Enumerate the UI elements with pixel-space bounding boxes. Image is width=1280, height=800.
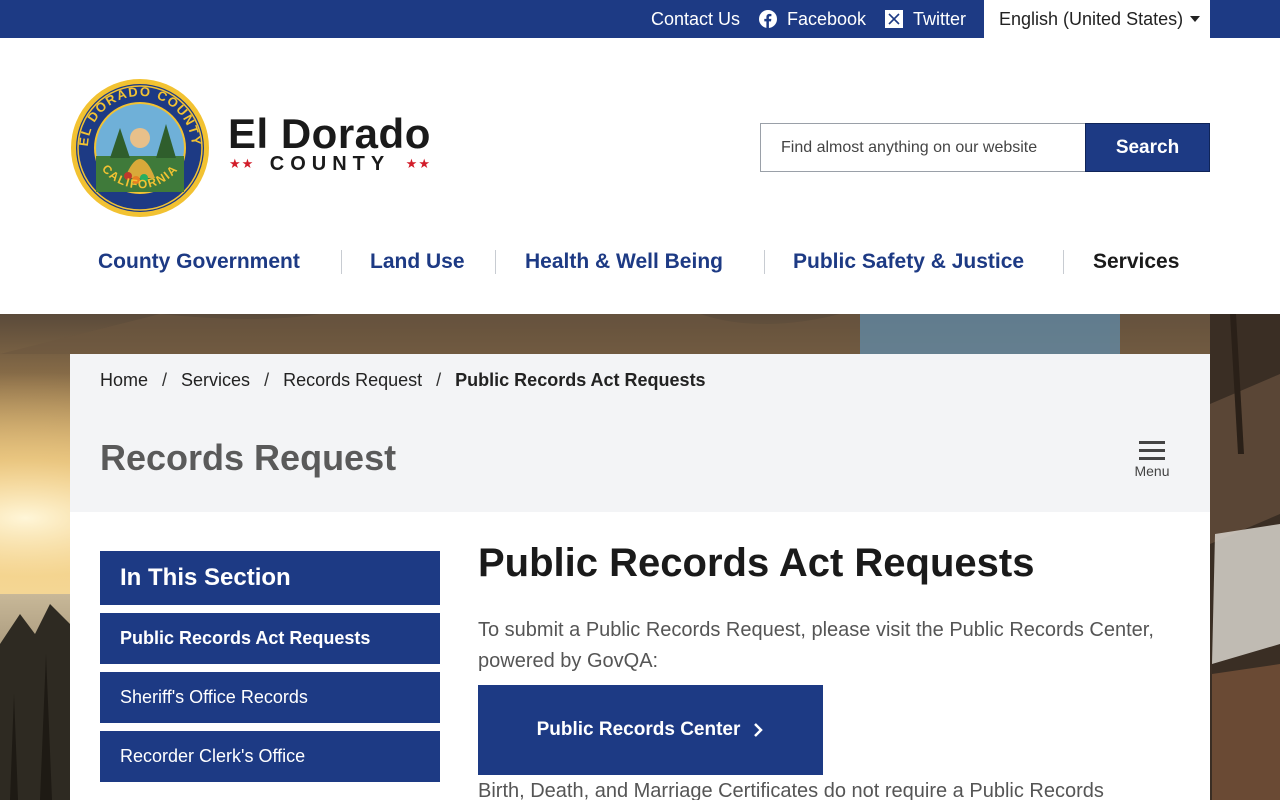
nav-item-label: Land Use bbox=[370, 250, 465, 273]
cta-label: Public Records Center bbox=[536, 719, 741, 740]
breadcrumb-separator: / bbox=[436, 369, 442, 390]
sidebar-item-public-records-act-requests[interactable]: Public Records Act Requests bbox=[100, 613, 440, 664]
breadcrumb-home[interactable]: Home bbox=[100, 370, 148, 391]
facebook-link[interactable]: Facebook bbox=[759, 0, 866, 38]
sidebar-item-label: Recorder Clerk's Office bbox=[120, 746, 306, 766]
contact-us-label: Contact Us bbox=[651, 8, 741, 29]
star-icon: ★★ bbox=[405, 156, 431, 171]
sidebar-item-sheriffs-office-records[interactable]: Sheriff's Office Records bbox=[100, 672, 440, 723]
language-select[interactable]: English (United States) bbox=[984, 0, 1210, 38]
breadcrumb-separator: / bbox=[162, 369, 168, 390]
sidebar-item-label: Sheriff's Office Records bbox=[120, 687, 308, 707]
nav-divider bbox=[764, 250, 765, 274]
twitter-label: Twitter bbox=[913, 8, 967, 29]
section-title: Records Request bbox=[100, 437, 397, 478]
nav-item-label: Public Safety & Justice bbox=[793, 250, 1025, 273]
brand-subtitle-text: COUNTY bbox=[269, 152, 391, 175]
twitter-link[interactable]: Twitter bbox=[885, 0, 966, 38]
nav-item-label: Health & Well Being bbox=[525, 250, 723, 273]
sidebar-item-label: Public Records Act Requests bbox=[120, 628, 371, 648]
search-button[interactable]: Search bbox=[1085, 123, 1210, 172]
nav-item-services[interactable]: Services bbox=[1093, 243, 1179, 281]
article-intro: To submit a Public Records Request, plea… bbox=[478, 619, 1154, 672]
nav-item-land-use[interactable]: Land Use bbox=[370, 243, 465, 281]
nav-item-health-well-being[interactable]: Health & Well Being bbox=[525, 243, 723, 281]
hamburger-menu-icon bbox=[1139, 438, 1165, 460]
county-seal-logo[interactable]: EL DORADO COUNTY CALIFORNIA bbox=[70, 78, 210, 218]
page-title: Public Records Act Requests bbox=[478, 541, 1035, 585]
public-records-center-button[interactable]: Public Records Center bbox=[478, 685, 823, 775]
contact-us-link[interactable]: Contact Us bbox=[651, 0, 740, 38]
twitter-x-icon bbox=[885, 10, 903, 28]
nav-item-county-government[interactable]: County Government bbox=[98, 243, 300, 281]
chevron-down-icon bbox=[1190, 16, 1200, 22]
search-input[interactable] bbox=[760, 123, 1086, 172]
nav-divider bbox=[341, 250, 342, 274]
brand-name[interactable]: El Dorado bbox=[228, 110, 431, 158]
language-selected-label: English (United States) bbox=[999, 8, 1184, 29]
breadcrumb-current: Public Records Act Requests bbox=[455, 369, 706, 390]
breadcrumb: Home / Services / Records Request / Publ… bbox=[100, 369, 706, 391]
facebook-label: Facebook bbox=[787, 8, 867, 29]
nav-item-label: Services bbox=[1093, 250, 1180, 273]
section-menu-button[interactable]: Menu bbox=[1128, 438, 1176, 484]
chevron-right-icon bbox=[754, 723, 764, 737]
star-icon: ★★ bbox=[229, 156, 255, 171]
nav-item-label: County Government bbox=[98, 250, 300, 273]
nav-divider bbox=[1063, 250, 1064, 274]
breadcrumb-separator: / bbox=[264, 369, 270, 390]
menu-label: Menu bbox=[1134, 463, 1170, 479]
article-followup: Birth, Death, and Marriage Certificates … bbox=[478, 780, 1104, 800]
facebook-icon bbox=[759, 10, 777, 28]
sidebar-item-recorder-clerks-office[interactable]: Recorder Clerk's Office bbox=[100, 731, 440, 782]
utility-bar: Contact Us Facebook Twitter English (Uni… bbox=[0, 0, 1280, 38]
nav-item-public-safety-justice[interactable]: Public Safety & Justice bbox=[793, 243, 1024, 281]
breadcrumb-records-request[interactable]: Records Request bbox=[283, 370, 422, 391]
breadcrumb-services[interactable]: Services bbox=[181, 370, 250, 391]
brand-subtitle: ★★ COUNTY ★★ bbox=[229, 152, 431, 176]
nav-divider bbox=[495, 250, 496, 274]
sidebar-heading: In This Section bbox=[100, 551, 440, 605]
